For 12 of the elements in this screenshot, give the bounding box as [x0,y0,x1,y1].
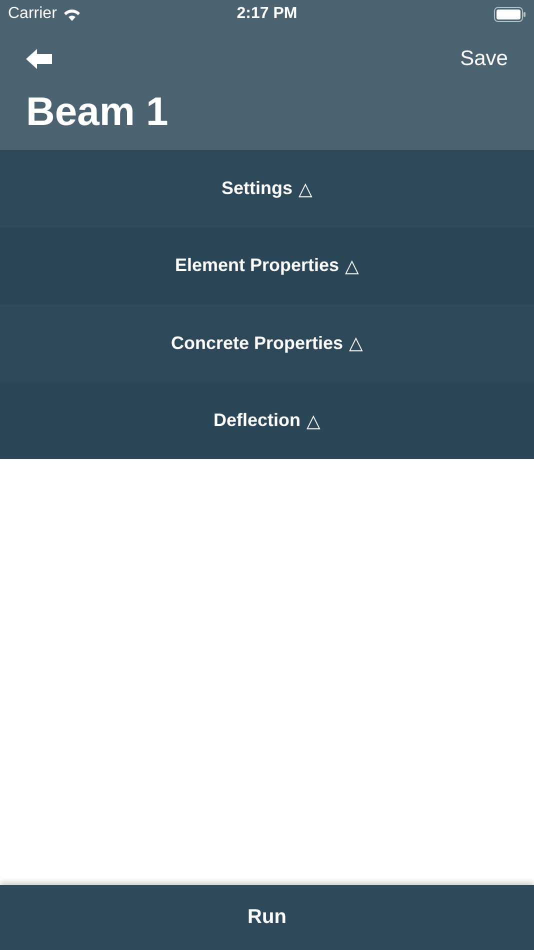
section-header[interactable]: Deflection △ [0,382,534,460]
save-button[interactable]: Save [460,47,508,71]
section-header[interactable]: Element Properties △ [0,227,534,305]
section-header[interactable]: Concrete Properties △ [0,304,534,382]
run-button[interactable]: Run [0,885,534,950]
wifi-icon [62,8,81,20]
status-time: 2:17 PM [236,5,298,23]
page-title: Beam 1 [26,92,170,132]
carrier-label: Carrier [8,5,57,23]
back-arrow-icon[interactable] [26,49,52,69]
section-header[interactable]: Settings △ [0,150,534,228]
battery-icon [494,6,526,22]
